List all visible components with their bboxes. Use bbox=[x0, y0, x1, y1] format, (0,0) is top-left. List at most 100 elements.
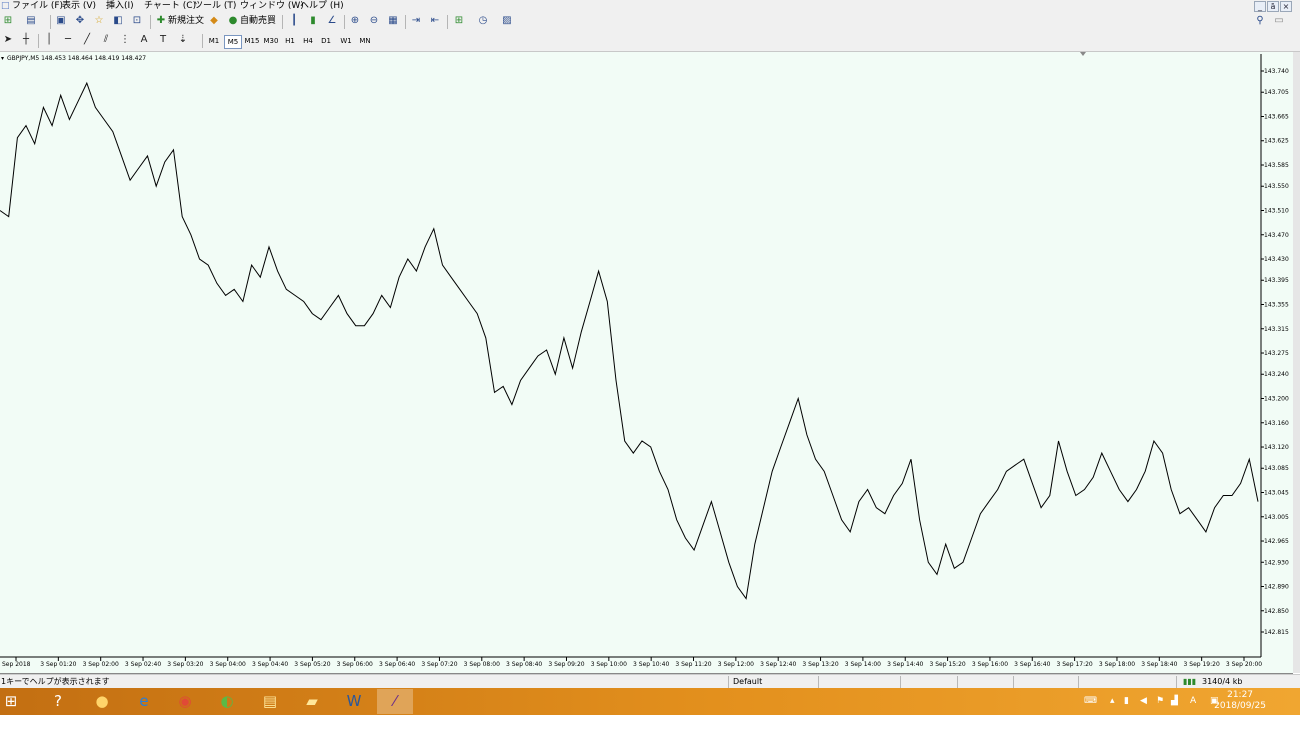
windows-start-icon[interactable]: ⊞ bbox=[0, 689, 22, 714]
toolbar-separator bbox=[38, 34, 39, 48]
line-chart-icon[interactable]: ∠ bbox=[325, 15, 339, 27]
cursor-icon[interactable]: ➤ bbox=[1, 34, 15, 46]
trendline-icon[interactable]: ╱ bbox=[80, 34, 94, 46]
price-tick-label: 143.430 bbox=[1264, 256, 1289, 263]
search-icon[interactable]: ⚲ bbox=[1253, 15, 1267, 27]
zoom-in-icon[interactable]: ⊕ bbox=[348, 15, 362, 27]
favorites-icon[interactable]: ☆ bbox=[92, 15, 106, 27]
menu-view[interactable]: 表示 (V) bbox=[62, 0, 96, 12]
restore-button[interactable]: ā bbox=[1267, 1, 1279, 12]
profiles-icon[interactable]: ▤ bbox=[24, 15, 38, 27]
time-tick-label: 3 Sep 07:20 bbox=[421, 661, 457, 668]
autotrade-button[interactable]: 自動売買 bbox=[240, 15, 276, 28]
time-tick-label: 3 Sep 02:00 bbox=[83, 661, 119, 668]
app-icon: □ bbox=[1, 1, 10, 11]
timeframe-h1[interactable]: H1 bbox=[282, 35, 298, 47]
timeframe-m1[interactable]: M1 bbox=[206, 35, 222, 47]
network-icon[interactable]: ▟ bbox=[1171, 688, 1178, 715]
price-tick-label: 143.395 bbox=[1264, 277, 1289, 284]
timeframe-m15[interactable]: M15 bbox=[243, 35, 261, 47]
templates-icon[interactable]: ▨ bbox=[500, 15, 514, 27]
close-button[interactable]: × bbox=[1280, 1, 1292, 12]
time-tick-label: 3 Sep 12:40 bbox=[760, 661, 796, 668]
menu-file[interactable]: ファイル (F) bbox=[12, 0, 63, 12]
terminal-icon[interactable]: ◧ bbox=[111, 15, 125, 27]
menu-chart[interactable]: チャート (C) bbox=[144, 0, 196, 12]
firefox-app-icon[interactable]: ● bbox=[84, 689, 120, 714]
chart-shift-icon[interactable]: ⇤ bbox=[428, 15, 442, 27]
ime-indicator[interactable]: A bbox=[1190, 688, 1196, 715]
metatrader-app-icon[interactable]: ⁄ bbox=[377, 689, 413, 714]
chart-window[interactable]: GBPJPY,M5 148.453 148.464 148.419 148.42… bbox=[0, 52, 1293, 674]
folder-app-icon[interactable]: ▰ bbox=[294, 689, 330, 714]
chart-header: GBPJPY,M5 148.453 148.464 148.419 148.42… bbox=[7, 55, 146, 62]
toolbar-separator bbox=[150, 15, 151, 29]
chat-icon[interactable]: ▭ bbox=[1272, 15, 1286, 27]
timeframe-mn[interactable]: MN bbox=[356, 35, 374, 47]
autotrade-icon[interactable]: ● bbox=[226, 15, 240, 27]
show-desktop-button[interactable] bbox=[1292, 688, 1300, 715]
new-order-icon[interactable]: ✚ bbox=[154, 15, 168, 27]
connection-bars-icon: ▮▮▮ bbox=[1183, 677, 1197, 686]
autoscroll-icon[interactable]: ⇥ bbox=[409, 15, 423, 27]
time-tick-label: 3 Sep 04:00 bbox=[210, 661, 246, 668]
price-chart[interactable]: GBPJPY,M5 148.453 148.464 148.419 148.42… bbox=[0, 52, 1293, 673]
file-explorer-icon[interactable]: ▤ bbox=[252, 689, 288, 714]
arrows-icon[interactable]: ⇣ bbox=[176, 34, 190, 46]
price-tick-label: 143.740 bbox=[1264, 68, 1289, 75]
price-tick-label: 143.550 bbox=[1264, 183, 1289, 190]
new-order-button[interactable]: 新規注文 bbox=[168, 15, 204, 28]
green-app-icon[interactable]: ◐ bbox=[209, 689, 245, 714]
horizontal-line-icon[interactable]: ─ bbox=[61, 34, 75, 46]
text-icon[interactable]: A bbox=[137, 34, 151, 46]
menu-window[interactable]: ウィンドウ (W) bbox=[240, 0, 304, 12]
volume-icon[interactable]: ◀ bbox=[1140, 688, 1147, 715]
timeframe-d1[interactable]: D1 bbox=[318, 35, 334, 47]
price-tick-label: 143.510 bbox=[1264, 207, 1289, 214]
timeframe-m5[interactable]: M5 bbox=[224, 35, 242, 49]
timeframe-h4[interactable]: H4 bbox=[300, 35, 316, 47]
meta-editor-icon[interactable]: ◆ bbox=[207, 15, 221, 27]
periods-icon[interactable]: ◷ bbox=[476, 15, 490, 27]
market-watch-icon[interactable]: ▣ bbox=[54, 15, 68, 27]
price-tick-label: 143.160 bbox=[1264, 420, 1289, 427]
minimize-button[interactable]: _ bbox=[1254, 1, 1266, 12]
ie-app-icon[interactable]: e bbox=[126, 689, 162, 714]
tile-windows-icon[interactable]: ▦ bbox=[386, 15, 400, 27]
tray-chevron-icon[interactable]: ▴ bbox=[1110, 688, 1115, 715]
price-tick-label: 142.890 bbox=[1264, 584, 1289, 591]
battery-icon: ▮ bbox=[1124, 696, 1129, 706]
text-label-icon[interactable]: T bbox=[156, 34, 170, 46]
flag-icon[interactable]: ⚑ bbox=[1156, 688, 1164, 715]
connection-status[interactable]: 3140/4 kb bbox=[1202, 676, 1242, 688]
candlestick-icon[interactable]: ▮ bbox=[306, 15, 320, 27]
channel-icon[interactable]: ⫽ bbox=[99, 34, 113, 46]
screen-bottom-area bbox=[0, 715, 1300, 731]
indicators-icon[interactable]: ⊞ bbox=[452, 15, 466, 27]
price-tick-label: 143.240 bbox=[1264, 371, 1289, 378]
clock[interactable]: 21:27 2018/09/25 bbox=[1214, 690, 1266, 712]
keyboard-icon[interactable]: ⌨ bbox=[1084, 688, 1097, 715]
chart-shift-marker[interactable] bbox=[1080, 52, 1086, 56]
fibonacci-icon[interactable]: ⋮ bbox=[118, 34, 132, 46]
word-app-icon[interactable]: W bbox=[336, 689, 372, 714]
new-chart-icon[interactable]: ⊞ bbox=[1, 15, 15, 27]
navigator-icon[interactable]: ✥ bbox=[73, 15, 87, 27]
help-app-icon[interactable]: ? bbox=[40, 689, 76, 714]
timeframe-m30[interactable]: M30 bbox=[262, 35, 280, 47]
menu-tools[interactable]: ツール (T) bbox=[194, 0, 236, 12]
timeframe-w1[interactable]: W1 bbox=[338, 35, 354, 47]
price-tick-label: 143.045 bbox=[1264, 490, 1289, 497]
menu-help[interactable]: ヘルプ (H) bbox=[300, 0, 344, 12]
price-tick-label: 143.005 bbox=[1264, 514, 1289, 521]
zoom-out-icon[interactable]: ⊖ bbox=[367, 15, 381, 27]
vertical-line-icon[interactable]: │ bbox=[42, 34, 56, 46]
bar-chart-icon[interactable]: ┃ bbox=[287, 15, 301, 27]
menu-insert[interactable]: 挿入(I) bbox=[106, 0, 134, 12]
crosshair-icon[interactable]: ┼ bbox=[19, 34, 33, 46]
chart-right-border bbox=[1293, 52, 1300, 673]
time-tick-label: 3 Sep 03:20 bbox=[167, 661, 203, 668]
status-divider bbox=[728, 676, 729, 688]
chrome-app-icon[interactable]: ◉ bbox=[167, 689, 203, 714]
tester-icon[interactable]: ⊡ bbox=[130, 15, 144, 27]
